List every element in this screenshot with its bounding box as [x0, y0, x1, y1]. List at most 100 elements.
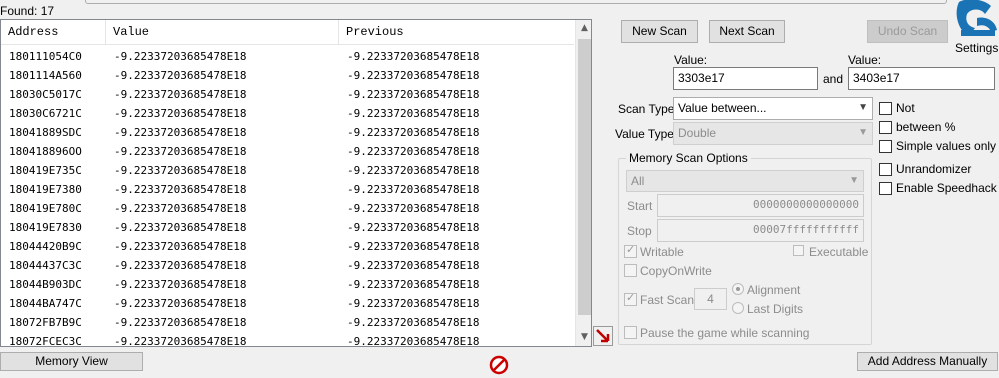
previous-cell: -9.22337203685478E18: [347, 69, 480, 82]
address-cell: 180419E735C: [9, 164, 82, 177]
not-checkbox[interactable]: [879, 102, 892, 115]
previous-cell: -9.22337203685478E18: [347, 316, 480, 329]
stop-address-input[interactable]: 00007fffffffffff: [657, 219, 864, 242]
start-address-input[interactable]: 0000000000000000: [657, 194, 864, 217]
last-digits-label[interactable]: Last Digits: [747, 302, 803, 316]
table-row[interactable]: 18030C5017C -9.22337203685478E18 -9.223372…: [1, 85, 574, 104]
scroll-thumb[interactable]: [578, 39, 591, 315]
chevron-down-icon: ▼: [858, 127, 868, 138]
table-row[interactable]: 18072FCEC3C -9.22337203685478E18 -9.223372…: [1, 332, 574, 347]
value-cell: -9.22337203685478E18: [114, 50, 247, 63]
chevron-down-icon: ▼: [858, 102, 868, 113]
scroll-down-arrow-icon[interactable]: ▼: [576, 329, 591, 346]
scan-type-dropdown[interactable]: Value between... ▼: [673, 97, 873, 120]
table-row[interactable]: 180419E780C -9.22337203685478E18 -9.223372…: [1, 199, 574, 218]
table-row[interactable]: 180418896OO -9.22337203685478E18 -9.223372…: [1, 142, 574, 161]
previous-cell: -9.22337203685478E18: [347, 202, 480, 215]
fast-scan-label[interactable]: Fast Scan: [640, 293, 694, 307]
between-percent-checkbox[interactable]: [879, 121, 892, 134]
value-cell: -9.22337203685478E18: [114, 126, 247, 139]
add-address-manually-button[interactable]: Add Address Manually: [857, 352, 998, 371]
table-row[interactable]: 18044437C3C -9.22337203685478E18 -9.223372…: [1, 256, 574, 275]
fast-scan-checkbox[interactable]: [624, 291, 637, 306]
simple-values-only-label[interactable]: Simple values only: [896, 139, 996, 153]
previous-cell: -9.22337203685478E18: [347, 183, 480, 196]
memory-region-dropdown[interactable]: All ▼: [626, 170, 864, 192]
add-selected-to-list-arrow-icon[interactable]: [593, 326, 613, 346]
table-row[interactable]: 18044420B9C -9.22337203685478E18 -9.223372…: [1, 237, 574, 256]
settings-label[interactable]: Settings: [955, 41, 998, 55]
table-row[interactable]: 18044BA747C -9.22337203685478E18 -9.223372…: [1, 294, 574, 313]
value-cell: -9.22337203685478E18: [114, 107, 247, 120]
list-rows: 180111054C0 -9.22337203685478E18 -9.223372…: [1, 47, 574, 347]
table-row[interactable]: 180419E7380 -9.22337203685478E18 -9.223372…: [1, 180, 574, 199]
address-cell: 180419E7830: [9, 221, 82, 234]
not-label[interactable]: Not: [896, 101, 915, 115]
memory-view-button[interactable]: Memory View: [0, 352, 143, 371]
scroll-up-arrow-icon[interactable]: ▲: [576, 20, 591, 37]
value-type-value: Double: [678, 126, 717, 140]
between-percent-label[interactable]: between %: [896, 120, 955, 134]
found-count-label: Found: 17: [0, 4, 55, 18]
scan-type-label: Scan Type: [618, 102, 675, 116]
value-input-to[interactable]: 3403e17: [848, 67, 995, 90]
top-process-bar: [85, 0, 947, 4]
value-label-2: Value:: [848, 53, 882, 67]
previous-cell: -9.22337203685478E18: [347, 278, 480, 291]
table-row[interactable]: 180111054C0 -9.22337203685478E18 -9.223372…: [1, 47, 574, 66]
pause-game-checkbox[interactable]: [624, 326, 637, 339]
table-row[interactable]: 1801114A560 -9.22337203685478E18 -9.223372…: [1, 66, 574, 85]
cheat-engine-logo-icon[interactable]: [955, 0, 999, 40]
copy-on-write-checkbox[interactable]: [624, 264, 637, 277]
unrandomizer-label[interactable]: Unrandomizer: [896, 162, 971, 176]
address-cell: 180419E780C: [9, 202, 82, 215]
address-cell: 180419E7380: [9, 183, 82, 196]
list-header: Address Value Previous: [1, 20, 574, 45]
address-cell: 18041889SDC: [9, 126, 82, 139]
table-row[interactable]: 180419E7830 -9.22337203685478E18 -9.223372…: [1, 218, 574, 237]
value-type-label: Value Type: [615, 127, 674, 141]
address-cell: 1801114A560: [9, 69, 82, 82]
alignment-radio[interactable]: [732, 283, 744, 295]
copy-on-write-label[interactable]: CopyOnWrite: [640, 264, 712, 278]
unrandomizer-checkbox[interactable]: [879, 163, 892, 176]
chevron-down-icon: ▼: [849, 175, 859, 186]
executable-checkbox[interactable]: [793, 245, 804, 256]
table-row[interactable]: 180419E735C -9.22337203685478E18 -9.223372…: [1, 161, 574, 180]
last-digits-radio[interactable]: [732, 302, 744, 314]
enable-speedhack-label[interactable]: Enable Speedhack: [896, 181, 997, 195]
table-row[interactable]: 18072FB7B9C -9.22337203685478E18 -9.223372…: [1, 313, 574, 332]
alignment-label[interactable]: Alignment: [747, 283, 800, 297]
previous-cell: -9.22337203685478E18: [347, 297, 480, 310]
value-cell: -9.22337203685478E18: [114, 88, 247, 101]
value-cell: -9.22337203685478E18: [114, 240, 247, 253]
simple-values-only-checkbox[interactable]: [879, 140, 892, 153]
previous-cell: -9.22337203685478E18: [347, 126, 480, 139]
fast-scan-alignment-input[interactable]: 4: [694, 288, 727, 310]
previous-cell: -9.22337203685478E18: [347, 50, 480, 63]
pause-game-label[interactable]: Pause the game while scanning: [640, 326, 809, 340]
found-address-list[interactable]: Address Value Previous 180111054C0 -9.223…: [0, 19, 592, 347]
next-scan-button[interactable]: Next Scan: [709, 20, 785, 43]
value-cell: -9.22337203685478E18: [114, 221, 247, 234]
enable-speedhack-checkbox[interactable]: [879, 182, 892, 195]
table-row[interactable]: 18041889SDC -9.22337203685478E18 -9.223372…: [1, 123, 574, 142]
column-header-value[interactable]: Value: [106, 20, 339, 44]
value-cell: -9.22337203685478E18: [114, 183, 247, 196]
writable-checkbox[interactable]: [624, 243, 637, 258]
executable-label[interactable]: Executable: [809, 245, 868, 259]
value-type-dropdown[interactable]: Double ▼: [673, 122, 873, 145]
list-scrollbar[interactable]: ▲ ▼: [575, 20, 591, 346]
new-scan-button[interactable]: New Scan: [621, 20, 698, 43]
previous-cell: -9.22337203685478E18: [347, 335, 480, 347]
cancel-scan-icon[interactable]: [489, 355, 509, 375]
table-row[interactable]: 18030C6721C -9.22337203685478E18 -9.223372…: [1, 104, 574, 123]
value-cell: -9.22337203685478E18: [114, 316, 247, 329]
value-input-from[interactable]: 3303e17: [673, 67, 818, 90]
undo-scan-button[interactable]: Undo Scan: [867, 20, 948, 43]
column-header-address[interactable]: Address: [1, 20, 106, 44]
table-row[interactable]: 18044B903DC -9.22337203685478E18 -9.223372…: [1, 275, 574, 294]
column-header-previous[interactable]: Previous: [339, 20, 574, 44]
writable-label[interactable]: Writable: [640, 245, 684, 259]
address-cell: 18044BA747C: [9, 297, 82, 310]
